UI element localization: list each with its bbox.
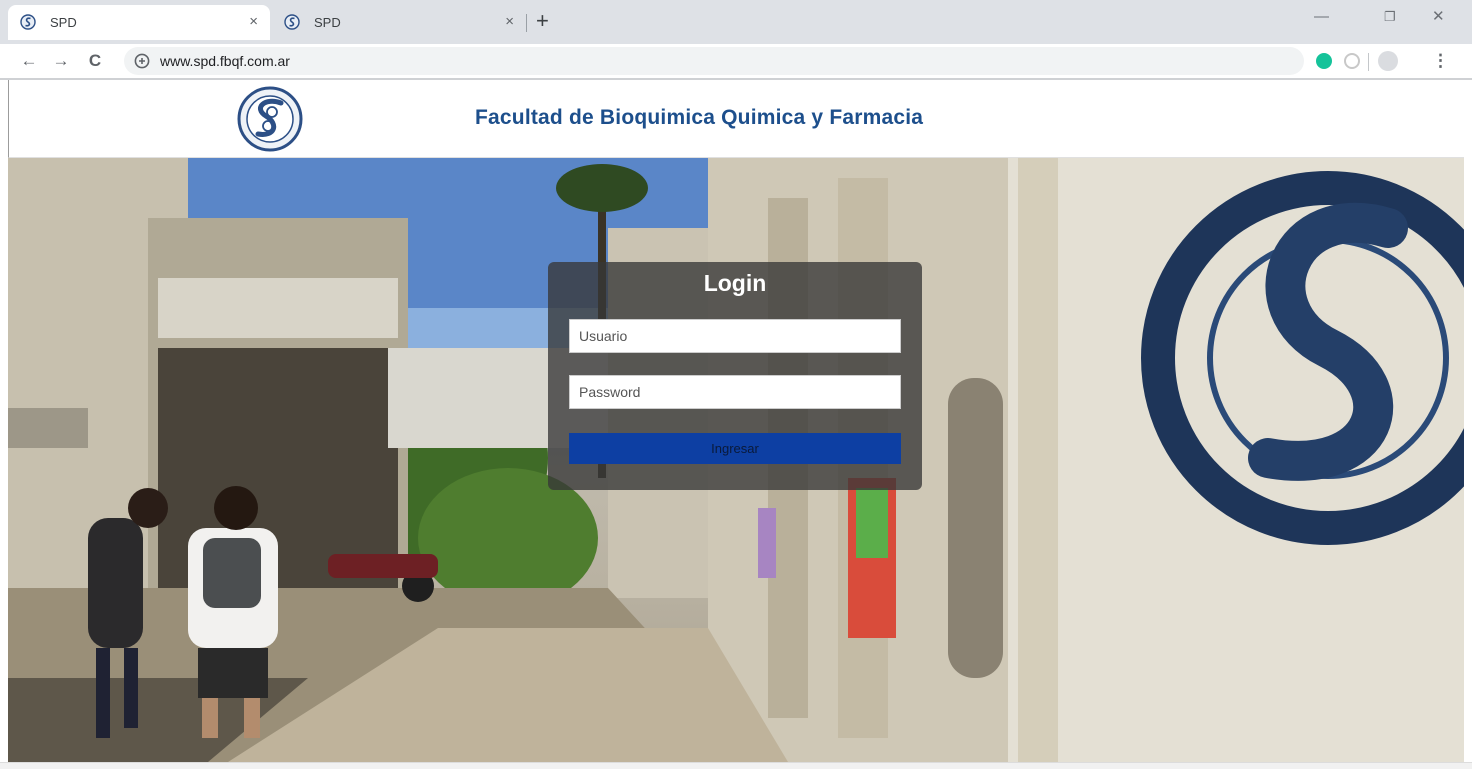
restore-button[interactable]: ❐ [1384, 8, 1396, 26]
close-window-button[interactable]: ✕ [1432, 8, 1445, 26]
back-button[interactable]: ← [18, 50, 40, 72]
tab-close-icon[interactable]: × [505, 13, 514, 31]
grammarly-extension-icon[interactable] [1316, 53, 1332, 69]
page-bottom-strip [0, 762, 1472, 769]
toolbar-separator [1368, 53, 1369, 71]
tab-spd-active[interactable]: SPD × [8, 5, 270, 40]
tab-title: SPD [50, 15, 77, 30]
tab-title: SPD [314, 15, 341, 30]
forward-button[interactable]: → [50, 50, 72, 72]
login-submit-button[interactable]: Ingresar [569, 433, 901, 464]
site-header: Facultad de Bioquimica Quimica y Farmaci… [8, 80, 1464, 158]
tab-strip: SPD × SPD × + — ❐ ✕ [0, 0, 1472, 44]
browser-chrome: SPD × SPD × + — ❐ ✕ ← → C www.spd.fbqf.c… [0, 0, 1472, 80]
new-tab-button[interactable]: + [536, 10, 549, 32]
tab-spd[interactable]: SPD × [272, 5, 526, 40]
faculty-seal-logo-icon [237, 86, 303, 152]
browser-menu-icon[interactable]: ⋮ [1432, 50, 1449, 72]
address-url: www.spd.fbqf.com.ar [160, 53, 290, 69]
minimize-button[interactable]: — [1314, 8, 1329, 26]
extension-icon[interactable] [1344, 53, 1360, 69]
web-page: Facultad de Bioquimica Quimica y Farmaci… [0, 80, 1472, 769]
reload-button[interactable]: C [84, 50, 106, 72]
login-title: Login [703, 270, 767, 296]
favicon-seal-icon [20, 14, 36, 30]
profile-avatar-icon[interactable] [1378, 51, 1398, 71]
tab-separator [526, 14, 527, 32]
login-form: Login Ingresar [548, 262, 922, 490]
password-input[interactable] [569, 375, 901, 409]
favicon-seal-icon [284, 14, 300, 30]
address-bar[interactable]: www.spd.fbqf.com.ar [124, 47, 1304, 75]
browser-toolbar: ← → C www.spd.fbqf.com.ar ⋮ [0, 44, 1472, 78]
site-title: Facultad de Bioquimica Quimica y Farmaci… [475, 106, 924, 129]
tab-close-icon[interactable]: × [249, 13, 258, 31]
site-info-icon[interactable] [134, 53, 150, 69]
username-input[interactable] [569, 319, 901, 353]
